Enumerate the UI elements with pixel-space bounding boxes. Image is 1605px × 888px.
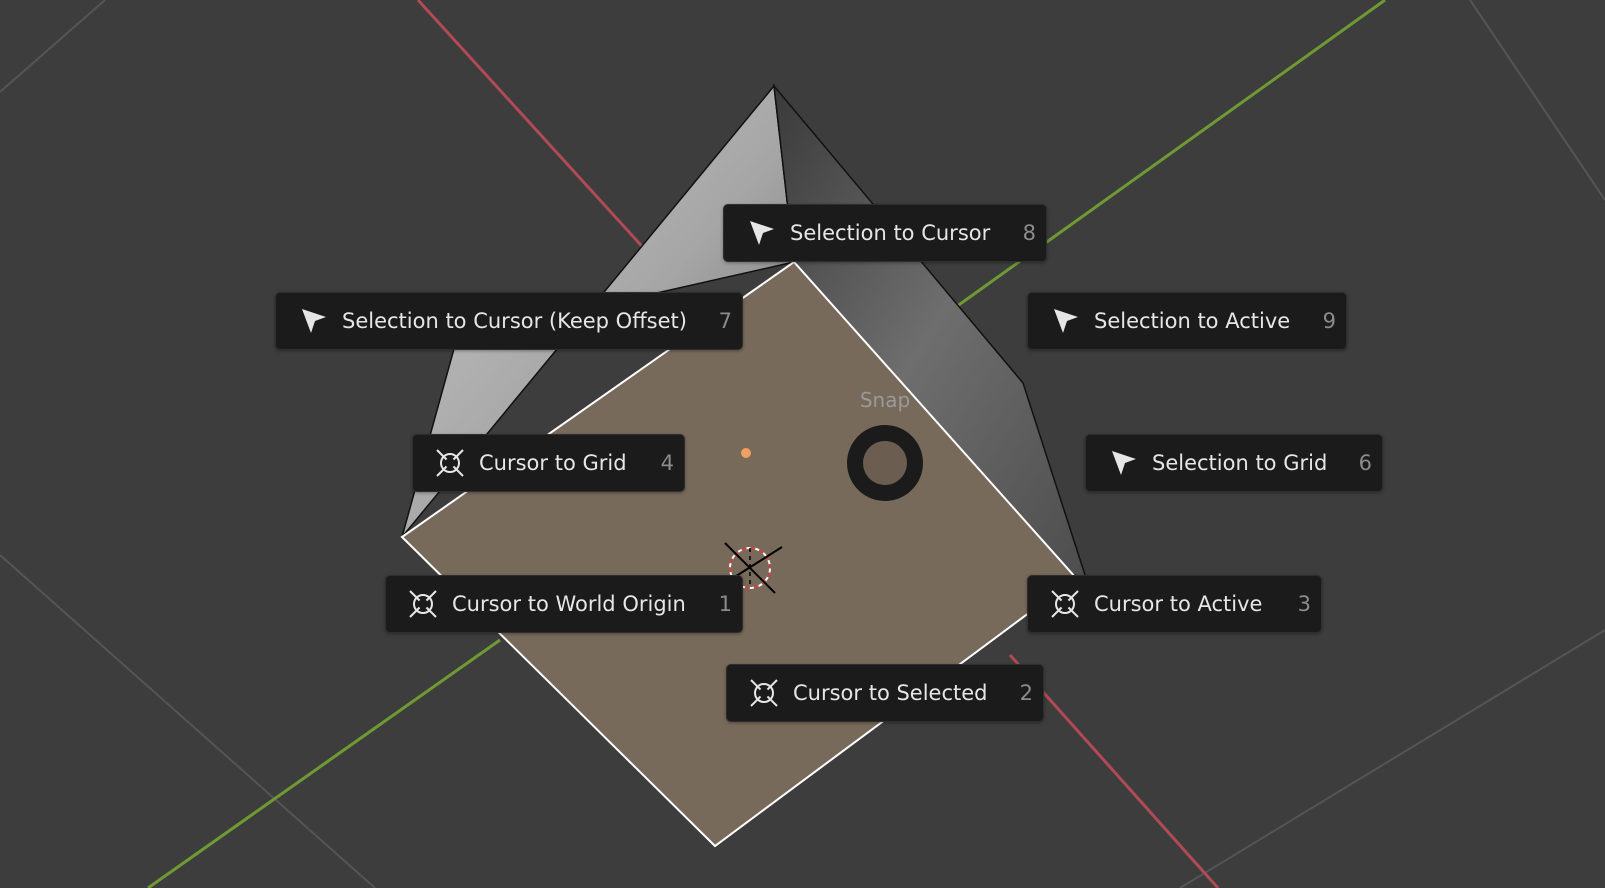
object-origin-dot bbox=[741, 448, 751, 458]
cursor-crosshair-icon bbox=[436, 449, 464, 477]
pie-item-selection-to-cursor[interactable]: Selection to Cursor 8 bbox=[723, 204, 1047, 262]
pie-item-label: Selection to Grid bbox=[1152, 451, 1328, 475]
pie-item-label: Selection to Cursor (Keep Offset) bbox=[342, 309, 687, 333]
shortcut-key: 7 bbox=[718, 309, 732, 333]
x-axis-line bbox=[416, 0, 651, 256]
shortcut-key: 1 bbox=[718, 592, 732, 616]
y-axis-line bbox=[927, 0, 1386, 329]
shortcut-key: 4 bbox=[660, 451, 674, 475]
pie-item-selection-to-active[interactable]: Selection to Active 9 bbox=[1027, 292, 1347, 350]
shortcut-key: 3 bbox=[1297, 592, 1311, 616]
pie-menu-title: Snap bbox=[859, 388, 911, 412]
pie-item-cursor-to-world-origin[interactable]: Cursor to World Origin 1 bbox=[385, 575, 743, 633]
pie-item-cursor-to-selected[interactable]: Cursor to Selected 2 bbox=[726, 664, 1044, 722]
pie-item-selection-to-grid[interactable]: Selection to Grid 6 bbox=[1085, 434, 1383, 492]
pie-item-label: Selection to Cursor bbox=[790, 221, 991, 245]
selection-arrow-icon bbox=[750, 221, 774, 245]
pie-item-label: Cursor to World Origin bbox=[452, 592, 686, 616]
cursor-crosshair-icon bbox=[750, 679, 778, 707]
selection-arrow-icon bbox=[1112, 451, 1136, 475]
y-axis-line-lower bbox=[147, 638, 501, 888]
cursor-crosshair-icon bbox=[409, 590, 437, 618]
pie-item-label: Cursor to Active bbox=[1094, 592, 1263, 616]
pie-item-label: Cursor to Selected bbox=[793, 681, 988, 705]
pie-item-label: Cursor to Grid bbox=[479, 451, 627, 475]
shortcut-key: 8 bbox=[1022, 221, 1036, 245]
shortcut-key: 6 bbox=[1358, 451, 1372, 475]
pie-item-label: Selection to Active bbox=[1094, 309, 1291, 333]
shortcut-key: 2 bbox=[1019, 681, 1033, 705]
selection-arrow-icon bbox=[1054, 309, 1078, 333]
pie-item-cursor-to-active[interactable]: Cursor to Active 3 bbox=[1027, 575, 1322, 633]
pie-item-cursor-to-grid[interactable]: Cursor to Grid 4 bbox=[412, 434, 685, 492]
pie-item-selection-to-cursor-keep-offset[interactable]: Selection to Cursor (Keep Offset) 7 bbox=[275, 292, 743, 350]
pie-menu-center[interactable] bbox=[847, 425, 923, 501]
cursor-crosshair-icon bbox=[1051, 590, 1079, 618]
shortcut-key: 9 bbox=[1322, 309, 1336, 333]
selection-arrow-icon bbox=[302, 309, 326, 333]
pie-direction-ring bbox=[863, 441, 907, 485]
